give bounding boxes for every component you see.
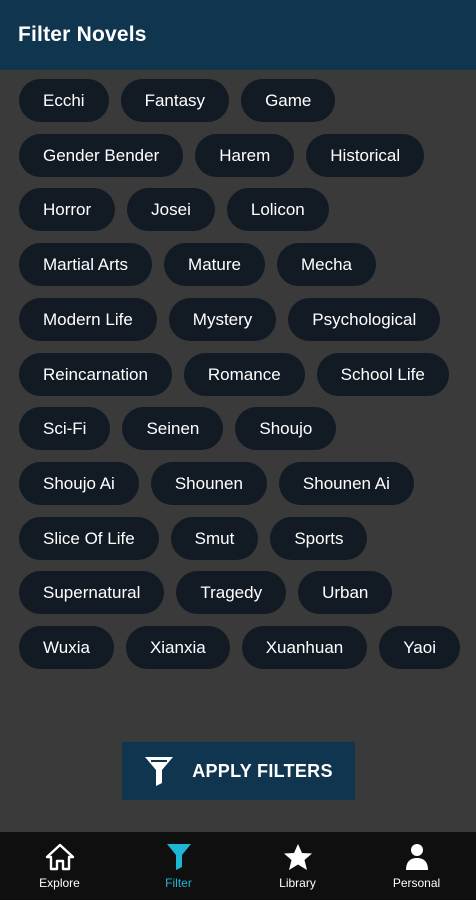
genre-chip[interactable]: Sci-Fi <box>19 407 111 450</box>
nav-item-personal[interactable]: Personal <box>357 832 476 900</box>
genre-chip[interactable]: Reincarnation <box>19 353 172 396</box>
genre-chip-row: Reincarnation Romance School Life <box>19 353 461 396</box>
genre-chip-row: Ecchi Fantasy Game <box>19 79 347 122</box>
genre-chip[interactable]: Fantasy <box>120 79 230 122</box>
star-icon <box>283 842 313 872</box>
genre-chip-row: Horror Josei Lolicon <box>19 188 341 231</box>
genre-chip[interactable]: Urban <box>298 571 393 614</box>
apply-filters-label: APPLY FILTERS <box>192 760 333 781</box>
genre-chip[interactable]: Slice Of Life <box>19 517 159 560</box>
nav-item-filter[interactable]: Filter <box>119 832 238 900</box>
genre-chip[interactable]: Sports <box>270 517 368 560</box>
funnel-icon <box>144 755 174 787</box>
bottom-navigation: Explore Filter Library Personal <box>0 832 476 900</box>
genre-chip-row: Slice Of Life Smut Sports <box>19 517 379 560</box>
genre-chip[interactable]: Ecchi <box>19 79 109 122</box>
genre-chip-row: Supernatural Tragedy Urban <box>19 571 404 614</box>
page-title: Filter Novels <box>18 23 147 46</box>
nav-label-personal: Personal <box>392 876 441 890</box>
person-icon <box>402 842 432 872</box>
genre-chip[interactable]: Mature <box>164 243 265 286</box>
genre-chip[interactable]: Yaoi <box>379 626 460 669</box>
genre-chip[interactable]: Gender Bender <box>19 134 184 177</box>
nav-label-explore: Explore <box>39 876 80 890</box>
genre-chip-row: Modern Life Mystery Psychological <box>19 298 452 341</box>
genre-chip-row: Shoujo Ai Shounen Shounen Ai <box>19 462 426 505</box>
genre-chip-row: Sci-Fi Seinen Shoujo <box>19 407 348 450</box>
genre-chip[interactable]: Modern Life <box>19 298 157 341</box>
genre-chip[interactable]: Shoujo Ai <box>19 462 139 505</box>
genre-chip[interactable]: Horror <box>19 188 116 231</box>
genre-chip-row: Gender Bender Harem Historical <box>19 134 436 177</box>
genre-chip[interactable]: Mecha <box>276 243 376 286</box>
genre-chip[interactable]: Tragedy <box>176 571 287 614</box>
genre-chip[interactable]: Shounen Ai <box>278 462 414 505</box>
genre-chip[interactable]: Wuxia <box>19 626 114 669</box>
genre-chip[interactable]: School Life <box>316 353 449 396</box>
genre-chip[interactable]: Shounen <box>150 462 267 505</box>
genre-chip[interactable]: Xianxia <box>125 626 230 669</box>
genre-chip[interactable]: Historical <box>306 134 425 177</box>
genre-chip-row: Wuxia Xianxia Xuanhuan Yaoi <box>19 626 472 669</box>
funnel-icon <box>164 842 194 872</box>
genre-chip[interactable]: Shoujo <box>235 407 337 450</box>
filter-novels-screen: Filter Novels Ecchi Fantasy Game Gender Ben… <box>0 0 476 900</box>
genre-chip[interactable]: Lolicon <box>226 188 329 231</box>
genre-chip[interactable]: Romance <box>183 353 305 396</box>
genre-chip[interactable]: Mystery <box>168 298 277 341</box>
genre-chip[interactable]: Supernatural <box>19 571 165 614</box>
apply-filters-button[interactable]: APPLY FILTERS <box>122 742 355 800</box>
genre-chip[interactable]: Psychological <box>288 298 441 341</box>
genre-chip[interactable]: Martial Arts <box>19 243 153 286</box>
nav-item-explore[interactable]: Explore <box>0 832 119 900</box>
nav-label-filter: Filter <box>165 876 192 890</box>
genre-chip[interactable]: Seinen <box>122 407 224 450</box>
genre-chip[interactable]: Smut <box>170 517 259 560</box>
genre-chip[interactable]: Game <box>241 79 336 122</box>
nav-item-library[interactable]: Library <box>238 832 357 900</box>
genre-chip[interactable]: Josei <box>127 188 215 231</box>
genre-chip[interactable]: Harem <box>195 134 295 177</box>
genre-chip-row: Martial Arts Mature Mecha <box>19 243 388 286</box>
home-icon <box>45 842 75 872</box>
genre-chip[interactable]: Xuanhuan <box>241 626 368 669</box>
nav-label-library: Library <box>279 876 316 890</box>
app-header: Filter Novels <box>0 0 476 70</box>
